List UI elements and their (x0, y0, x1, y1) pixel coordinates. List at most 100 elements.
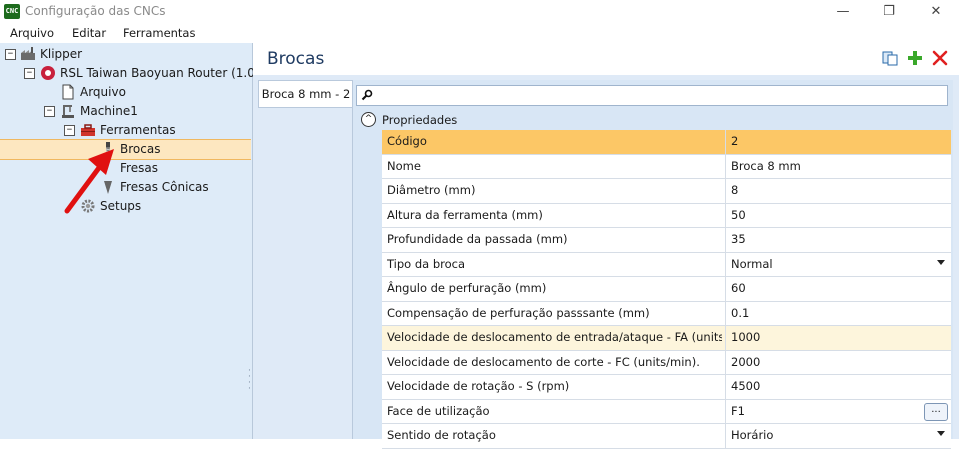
add-icon[interactable] (907, 50, 923, 66)
property-row-codigo[interactable]: Código 2 (382, 130, 951, 155)
cell-divider (725, 203, 726, 227)
tree-item-fresas-conicas[interactable]: Fresas Cônicas (0, 178, 250, 196)
tree-item-brocas[interactable]: Brocas (0, 140, 250, 158)
property-name: Tipo da broca (387, 256, 466, 271)
menu-ferramentas[interactable]: Ferramentas (123, 26, 195, 40)
tree-label: Klipper (40, 47, 83, 61)
toolbox-icon (81, 124, 95, 136)
splitter-grip[interactable]: · · · · (248, 367, 251, 394)
tree-item-ferramentas[interactable]: − Ferramentas (0, 121, 250, 139)
property-name: Profundidade da passada (mm) (387, 232, 568, 246)
tree-label: Machine1 (80, 104, 138, 118)
property-name: Ângulo de perfuração (mm) (387, 281, 547, 295)
property-name: Velocidade de deslocamento de entrada/at… (387, 330, 722, 344)
tree-item-setups[interactable]: Setups (0, 197, 250, 215)
tree-label: RSL Taiwan Baoyuan Router (1.0) (60, 66, 260, 80)
menu-editar[interactable]: Editar (72, 26, 106, 40)
search-input[interactable] (356, 85, 948, 106)
search-icon (361, 89, 373, 101)
property-value[interactable]: Normal (731, 253, 773, 276)
property-row-velocidade-rotacao[interactable]: Velocidade de rotação - S (rpm) 4500 (382, 375, 951, 400)
property-value[interactable]: Broca 8 mm (731, 155, 801, 178)
group-collapse-toggle[interactable]: ^ (361, 112, 376, 127)
tree-label: Arquivo (80, 85, 126, 99)
property-value[interactable]: 50 (731, 204, 746, 227)
property-name: Velocidade de deslocamento de corte - FC… (387, 354, 700, 369)
property-row-nome[interactable]: Nome Broca 8 mm (382, 154, 951, 179)
property-value[interactable]: 8 (731, 179, 738, 202)
cell-divider (725, 424, 726, 448)
minimize-button[interactable]: — (820, 0, 866, 23)
annotation-arrow (64, 149, 114, 214)
factory-icon (21, 47, 35, 60)
tree-label: Ferramentas (100, 123, 176, 137)
menu-arquivo[interactable]: Arquivo (10, 26, 54, 40)
cell-divider (725, 154, 726, 178)
restore-button[interactable]: ❐ (866, 0, 912, 23)
property-row-tipo-broca[interactable]: Tipo da broca Normal (382, 252, 951, 277)
property-name: Velocidade de rotação - S (rpm) (387, 379, 570, 393)
property-value[interactable]: F1 (731, 400, 745, 423)
cell-divider (725, 301, 726, 325)
app-cnc-icon: CNC (4, 4, 20, 19)
property-name: Altura da ferramenta (mm) (387, 207, 543, 222)
cell-divider (725, 130, 726, 154)
tree-label: Brocas (120, 142, 161, 156)
tree-item-arquivo[interactable]: Arquivo (0, 83, 250, 101)
property-value[interactable]: 60 (731, 277, 746, 300)
cell-divider (725, 228, 726, 252)
tree-item-klipper[interactable]: − Klipper (0, 45, 250, 63)
file-icon (62, 84, 74, 100)
property-row-angulo[interactable]: Ângulo de perfuração (mm) 60 (382, 277, 951, 302)
router-brand-icon (41, 66, 55, 80)
property-row-velocidade-corte[interactable]: Velocidade de deslocamento de corte - FC… (382, 350, 951, 375)
window-title: Configuração das CNCs (25, 4, 166, 18)
property-row-sentido[interactable]: Sentido de rotação Horário (382, 424, 951, 449)
property-row-compensacao[interactable]: Compensação de perfuração passsante (mm)… (382, 301, 951, 326)
property-value[interactable]: 2 (731, 130, 738, 153)
tab-broca-8mm[interactable]: Broca 8 mm - 2 (258, 80, 354, 108)
property-name: Diâmetro (mm) (387, 183, 476, 197)
property-value[interactable]: 1000 (731, 326, 760, 349)
collapse-toggle[interactable]: − (24, 68, 35, 79)
ellipsis-button[interactable]: ... (924, 402, 948, 421)
collapse-toggle[interactable]: − (5, 49, 16, 60)
cell-divider (725, 326, 726, 350)
property-grid: Código 2 Nome Broca 8 mm Diâmetro (mm) 8… (382, 130, 951, 449)
collapse-toggle[interactable]: − (44, 106, 55, 117)
property-value[interactable]: 2000 (731, 351, 760, 374)
group-label: Propriedades (382, 113, 458, 127)
property-value[interactable]: 35 (731, 228, 746, 251)
property-name: Nome (387, 158, 421, 173)
property-name: Código (387, 134, 427, 148)
tree-item-router[interactable]: − RSL Taiwan Baoyuan Router (1.0) (0, 64, 260, 82)
cell-divider (725, 375, 726, 399)
property-row-profundidade[interactable]: Profundidade da passada (mm) 35 (382, 228, 951, 253)
tree-item-fresas[interactable]: Fresas (0, 159, 250, 177)
property-row-velocidade-entrada[interactable]: Velocidade de deslocamento de entrada/at… (382, 326, 951, 351)
property-row-diametro[interactable]: Diâmetro (mm) 8 (382, 179, 951, 204)
close-window-button[interactable]: ✕ (913, 0, 959, 23)
machine-icon (62, 105, 74, 118)
section-title: Brocas (267, 49, 325, 69)
property-value[interactable]: 0.1 (731, 302, 749, 325)
collapse-toggle[interactable]: − (64, 125, 75, 136)
dropdown-arrow-icon[interactable] (937, 431, 945, 436)
copy-icon[interactable] (882, 50, 898, 66)
property-row-face[interactable]: Face de utilização F1 ... (382, 399, 951, 424)
delete-icon[interactable] (932, 50, 948, 66)
menu-bar: Arquivo Editar Ferramentas (0, 23, 959, 43)
cell-divider (725, 179, 726, 203)
cell-divider (725, 350, 726, 374)
tree-item-machine[interactable]: − Machine1 (0, 102, 250, 120)
cell-divider (725, 277, 726, 301)
cell-divider (725, 399, 726, 423)
dropdown-arrow-icon[interactable] (937, 259, 945, 265)
property-name: Compensação de perfuração passsante (mm) (387, 305, 650, 320)
property-row-altura[interactable]: Altura da ferramenta (mm) 50 (382, 203, 951, 228)
property-value[interactable]: Horário (731, 424, 773, 447)
section-header (253, 43, 959, 75)
property-name: Face de utilização (387, 403, 490, 418)
property-value[interactable]: 4500 (731, 375, 760, 398)
cell-divider (725, 252, 726, 276)
